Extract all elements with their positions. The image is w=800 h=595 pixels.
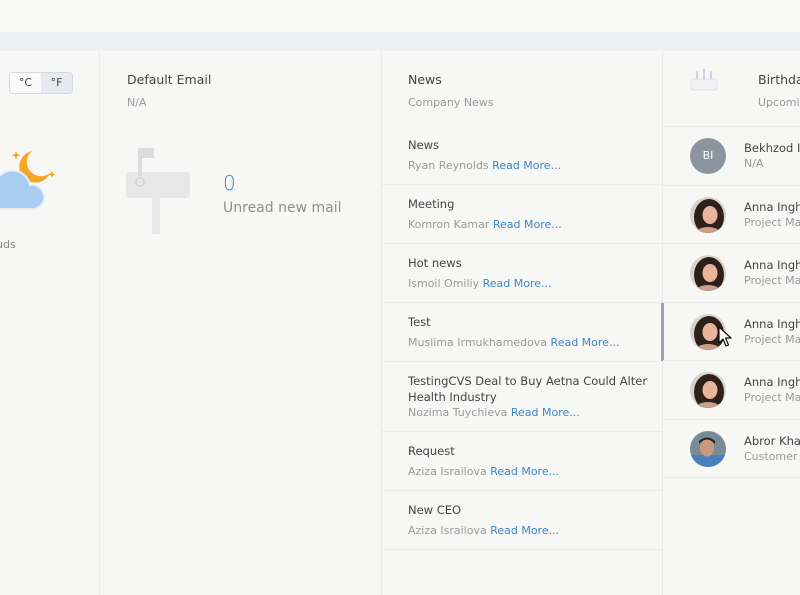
read-more-link[interactable]: Read More... [483,277,552,290]
unit-fahrenheit-button[interactable]: °F [41,73,72,93]
email-widget: Default Email N/A 0 Unread new mail [100,51,382,595]
birthdays-subtitle: Upcomi [758,96,800,109]
unit-celsius-button[interactable]: °C [10,73,41,93]
read-more-link[interactable]: Read More... [493,218,562,231]
cake-icon [690,69,718,91]
avatar [690,372,726,408]
list-item[interactable]: Abror Khas Customer S [663,420,800,478]
avatar [690,196,726,233]
birthday-list: BI Bekhzod Is N/A Anna Ingh Project Mar … [663,127,800,478]
mailbox-icon [126,148,190,234]
birthdays-widget: Birthda Upcomi BI Bekhzod Is N/A Anna In… [663,51,800,595]
news-item[interactable]: TestingCVS Deal to Buy Aetna Could Alter… [382,362,663,432]
birthdays-title: Birthda [758,72,800,87]
read-more-link[interactable]: Read More... [511,406,580,419]
person-name: Anna Ingh [744,375,800,389]
read-more-link[interactable]: Read More... [490,524,559,537]
avatar [690,255,726,291]
news-subtitle: Company News [408,96,494,109]
person-name: Abror Khas [744,433,800,448]
news-item[interactable]: Hot news Ismoil Omiliy Read More... [382,244,663,303]
person-role: Project Mar [744,391,800,404]
email-account: N/A [127,96,147,109]
read-more-link[interactable]: Read More... [551,336,620,349]
news-item-author: Muslima Irmukhamedova [408,336,548,349]
header-strip [0,32,800,51]
news-item-author: Komron Kamar [408,218,490,231]
news-list: News Ryan Reynolds Read More... Meeting … [382,126,664,550]
email-title: Default Email [127,72,212,87]
read-more-link[interactable]: Read More... [490,465,559,478]
news-item[interactable]: New CEO Aziza Israilova Read More... [382,491,663,550]
news-item-title: Test [408,315,431,329]
list-item[interactable]: Anna Ingh Project Mar [663,186,800,244]
person-name: Anna Ingh [744,258,800,272]
cloud-moon-icon [0,151,56,210]
weather-widget: °C °F uds [0,51,100,595]
news-widget: News Company News News Ryan Reynolds Rea… [382,51,664,595]
list-item[interactable]: Anna Ingh Project Mar [663,361,800,420]
list-item[interactable]: Anna Ingh Project Mar [663,244,800,303]
news-item-title: TestingCVS Deal to Buy Aetna Could Alter… [408,374,648,404]
news-item-author: Aziza Israilova [408,465,487,478]
news-item-title: Request [408,444,455,458]
list-item[interactable]: BI Bekhzod Is N/A [663,127,800,186]
news-item[interactable]: Meeting Komron Kamar Read More... [382,185,663,244]
weather-description: uds [0,238,16,251]
news-item[interactable]: Request Aziza Israilova Read More... [382,432,663,491]
mouse-cursor-icon [718,326,732,347]
news-item-author: Ryan Reynolds [408,159,489,172]
news-item-title: News [408,138,440,152]
unread-mail-label: Unread new mail [223,200,342,216]
avatar [690,430,726,467]
avatar: BI [690,138,726,174]
person-role: N/A [744,157,764,170]
person-name: Anna Ingh [744,199,800,214]
news-item-author: Nozima Tuychieva [408,406,508,419]
news-item-title: New CEO [408,503,462,517]
unread-mail-count[interactable]: 0 [223,171,236,195]
news-item-author: Aziza Israilova [408,524,487,537]
person-role: Project Mar [744,274,800,287]
person-name: Anna Ingh [744,316,800,331]
news-item-author: Ismoil Omiliy [408,277,480,290]
top-bar [0,0,800,32]
news-title: News [408,72,442,87]
person-role: Project Mar [744,332,800,346]
temperature-unit-toggle[interactable]: °C °F [9,72,73,94]
news-item[interactable]: News Ryan Reynolds Read More... [382,126,663,185]
news-item-title: Meeting [408,197,455,211]
news-item-title: Hot news [408,256,462,270]
news-item-active[interactable]: Test Muslima Irmukhamedova Read More... [382,303,664,362]
person-role: Customer S [744,449,800,463]
read-more-link[interactable]: Read More... [492,159,561,172]
person-name: Bekhzod Is [744,141,800,155]
person-role: Project Mar [744,215,800,229]
